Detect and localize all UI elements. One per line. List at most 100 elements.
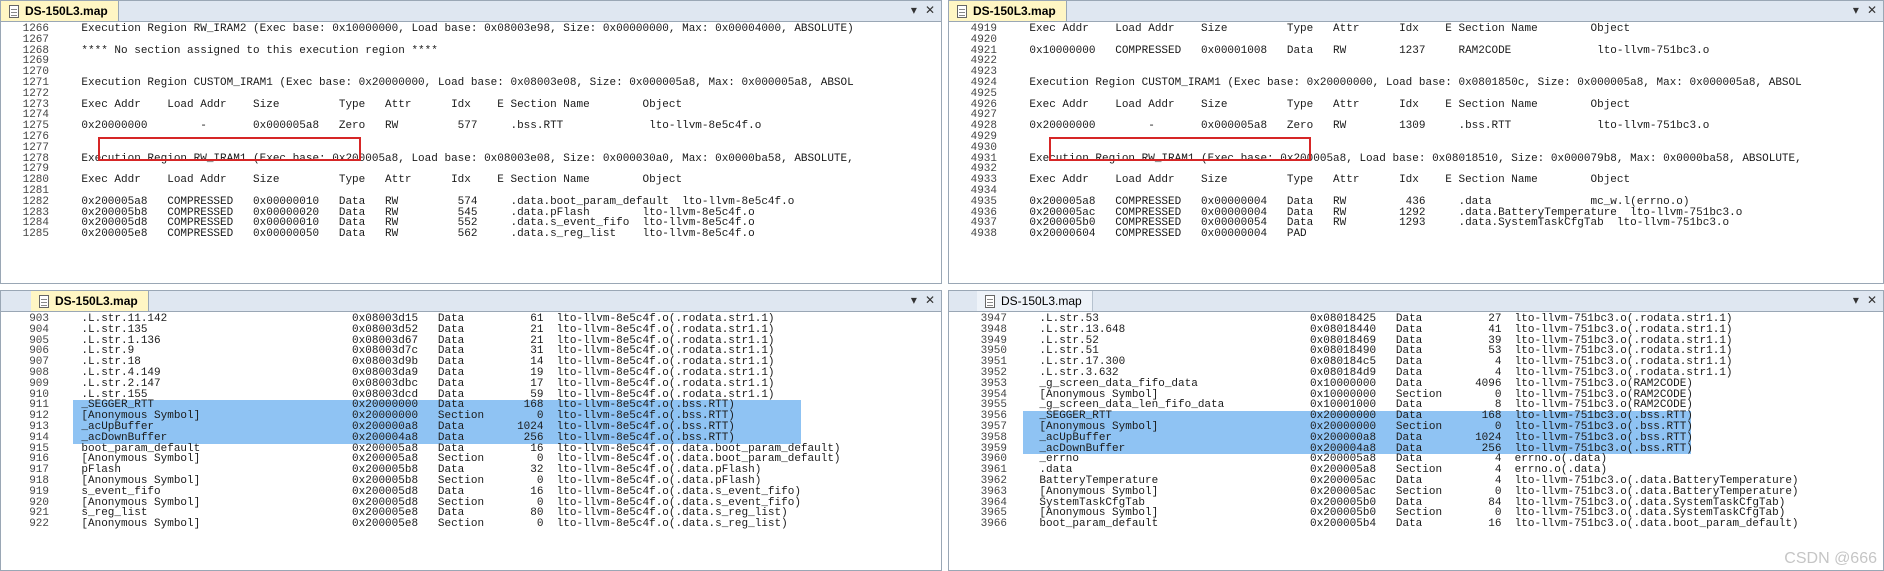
tab-bar: DS-150L3.map ▾ ✕ (949, 291, 1883, 312)
tab-list-dropdown-icon[interactable]: ▾ (911, 293, 917, 307)
code-line[interactable]: 922 [Anonymous Symbol] 0x200005e8 Sectio… (1, 519, 941, 530)
line-text: Exec Addr Load Addr Size Type Attr Idx E… (1003, 98, 1631, 111)
code-line[interactable]: 1273 Exec Addr Load Addr Size Type Attr … (1, 98, 941, 111)
editor-pane-top-left[interactable]: DS-150L3.map ▾ ✕ 1266 Execution Region RW… (0, 0, 942, 284)
line-text: Exec Addr Load Addr Size Type Attr Idx E… (55, 98, 683, 111)
code-line[interactable]: 4938 0x20000604 COMPRESSED 0x00000004 PA… (949, 229, 1883, 240)
line-number: 1282 (22, 195, 49, 208)
code-line[interactable]: 1282 0x200005a8 COMPRESSED 0x00000010 Da… (1, 195, 941, 208)
editor-pane-top-right[interactable]: DS-150L3.map ▾ ✕ 4919 Exec Addr Load Addr… (948, 0, 1884, 284)
close-icon[interactable]: ✕ (1867, 293, 1877, 307)
code-line[interactable]: 1272 (1, 87, 941, 100)
tab-bar: DS-150L3.map ▾ ✕ (1, 291, 941, 312)
line-text: boot_param_default 0x200005b4 Data 16 lt… (1013, 518, 1799, 531)
code-line[interactable]: 3966 boot_param_default 0x200005b4 Data … (949, 519, 1883, 530)
line-text: Execution Region CUSTOM_IRAM1 (Exec base… (1003, 76, 1802, 89)
line-number: 919 (29, 485, 49, 498)
line-text: Execution Region RW_IRAM2 (Exec base: 0x… (55, 23, 854, 35)
line-number: 904 (29, 323, 49, 336)
map-file-comparison-workspace: DS-150L3.map ▾ ✕ 1266 Execution Region RW… (0, 0, 1884, 571)
code-line[interactable]: 4921 0x10000000 COMPRESSED 0x00001008 Da… (949, 44, 1883, 57)
code-line[interactable]: 1267 (1, 33, 941, 46)
line-text: [Anonymous Symbol] 0x200005e8 Section 0 … (55, 518, 788, 531)
line-number: 3963 (980, 485, 1007, 498)
code-line[interactable]: 1266 Execution Region RW_IRAM2 (Exec bas… (1, 24, 941, 35)
file-tab-label: DS-150L3.map (25, 4, 108, 18)
annotation-box-exec-addr (1049, 137, 1311, 161)
tab-bar: DS-150L3.map ▾ ✕ (949, 1, 1883, 22)
line-text: Exec Addr Load Addr Size Type Attr Idx E… (1003, 23, 1631, 35)
code-line[interactable]: 4933 Exec Addr Load Addr Size Type Attr … (949, 175, 1883, 186)
close-icon[interactable]: ✕ (925, 3, 935, 17)
document-icon (957, 4, 967, 18)
editor-pane-bottom-right[interactable]: DS-150L3.map ▾ ✕ 3947 .L.str.53 0x0801842… (948, 290, 1884, 571)
file-tab[interactable]: DS-150L3.map (31, 291, 149, 311)
file-tab[interactable]: DS-150L3.map (949, 1, 1067, 21)
file-tab[interactable]: DS-150L3.map (977, 291, 1093, 311)
code-line[interactable]: 4919 Exec Addr Load Addr Size Type Attr … (949, 24, 1883, 35)
line-number: 1277 (22, 141, 49, 154)
tab-list-dropdown-icon[interactable]: ▾ (911, 3, 917, 17)
line-text: 0x20000000 - 0x000005a8 Zero RW 1309 .bs… (1003, 120, 1710, 133)
line-number: 4920 (970, 33, 997, 46)
close-icon[interactable]: ✕ (925, 293, 935, 307)
code-line[interactable]: 1271 Execution Region CUSTOM_IRAM1 (Exec… (1, 76, 941, 89)
code-line[interactable]: 3953 _g_screen_data_fifo_data 0x10000000… (949, 377, 1883, 390)
code-view[interactable]: 4919 Exec Addr Load Addr Size Type Attr … (949, 22, 1883, 240)
code-line[interactable]: 909 .L.str.2.147 0x08003dbc Data 17 lto-… (1, 377, 941, 390)
tab-bar: DS-150L3.map ▾ ✕ (1, 1, 941, 22)
code-line[interactable]: 4935 0x200005a8 COMPRESSED 0x00000004 Da… (949, 195, 1883, 208)
file-tab-label: DS-150L3.map (55, 294, 138, 308)
line-text: Execution Region CUSTOM_IRAM1 (Exec base… (55, 76, 854, 89)
line-text: _acDownBuffer 0x200004a8 Data 256 lto-ll… (55, 431, 735, 444)
tab-list-dropdown-icon[interactable]: ▾ (1853, 3, 1859, 17)
line-number: 909 (29, 377, 49, 390)
line-text: 0x200005e8 COMPRESSED 0x00000050 Data RW… (55, 228, 755, 241)
code-line[interactable]: 1285 0x200005e8 COMPRESSED 0x00000050 Da… (1, 229, 941, 240)
code-line[interactable]: 4925 (949, 88, 1883, 100)
tab-list-dropdown-icon[interactable]: ▾ (1853, 293, 1859, 307)
code-line[interactable]: 3963 [Anonymous Symbol] 0x200005ac Secti… (949, 485, 1883, 498)
document-icon (9, 4, 19, 18)
code-line[interactable]: 3958 _acUpBuffer 0x200000a8 Data 1024 lt… (949, 432, 1883, 444)
code-line[interactable]: 3948 .L.str.13.648 0x08018440 Data 41 lt… (949, 323, 1883, 336)
code-line[interactable]: 4922 (949, 56, 1883, 67)
line-number: 1272 (22, 87, 49, 100)
code-view[interactable]: 903 .L.str.11.142 0x08003d15 Data 61 lto… (1, 312, 941, 530)
close-icon[interactable]: ✕ (1867, 3, 1877, 17)
line-number: 4938 (970, 228, 997, 241)
code-line[interactable]: 4920 (949, 33, 1883, 46)
annotation-box-exec-addr (98, 137, 361, 161)
file-tab[interactable]: DS-150L3.map (1, 1, 119, 21)
line-text: .L.str.2.147 0x08003dbc Data 17 lto-llvm… (55, 377, 775, 390)
line-number: 4935 (970, 195, 997, 208)
code-line[interactable]: 914 _acDownBuffer 0x200004a8 Data 256 lt… (1, 431, 941, 444)
code-line[interactable]: 4924 Execution Region CUSTOM_IRAM1 (Exec… (949, 76, 1883, 89)
line-text: [Anonymous Symbol] 0x200005ac Section 0 … (1013, 485, 1799, 498)
line-text: **** No section assigned to this executi… (55, 44, 438, 57)
line-number: 3953 (980, 377, 1007, 390)
line-number: 3948 (980, 323, 1007, 336)
code-line[interactable]: 1275 0x20000000 - 0x000005a8 Zero RW 577… (1, 121, 941, 132)
line-text: 0x20000604 COMPRESSED 0x00000004 PAD (1003, 228, 1307, 241)
line-text: Exec Addr Load Addr Size Type Attr Idx E… (55, 174, 683, 187)
code-line[interactable]: 4926 Exec Addr Load Addr Size Type Attr … (949, 98, 1883, 111)
line-text: 0x10000000 COMPRESSED 0x00001008 Data RW… (1003, 44, 1710, 57)
code-view[interactable]: 3947 .L.str.53 0x08018425 Data 27 lto-ll… (949, 312, 1883, 530)
line-number: 1267 (22, 33, 49, 46)
line-text: 0x200005a8 COMPRESSED 0x00000004 Data RW… (1003, 195, 1690, 208)
code-line[interactable]: 4928 0x20000000 - 0x000005a8 Zero RW 130… (949, 121, 1883, 132)
line-number: 914 (29, 431, 49, 444)
code-line[interactable]: 904 .L.str.135 0x08003d52 Data 21 lto-ll… (1, 323, 941, 336)
editor-pane-bottom-left[interactable]: DS-150L3.map ▾ ✕ 903 .L.str.11.142 0x0800… (0, 290, 942, 571)
line-text: s_event_fifo 0x200005d8 Data 16 lto-llvm… (55, 485, 801, 498)
code-line[interactable]: 1268 **** No section assigned to this ex… (1, 44, 941, 57)
code-view[interactable]: 1266 Execution Region RW_IRAM2 (Exec bas… (1, 22, 941, 240)
line-number: 3966 (980, 518, 1007, 531)
file-tab-label: DS-150L3.map (1001, 294, 1082, 308)
watermark: CSDN @666 (1784, 550, 1877, 567)
code-line[interactable]: 919 s_event_fifo 0x200005d8 Data 16 lto-… (1, 485, 941, 498)
line-number: 1285 (22, 228, 49, 241)
code-line[interactable]: 1280 Exec Addr Load Addr Size Type Attr … (1, 175, 941, 186)
code-line[interactable]: 1269 (1, 56, 941, 67)
